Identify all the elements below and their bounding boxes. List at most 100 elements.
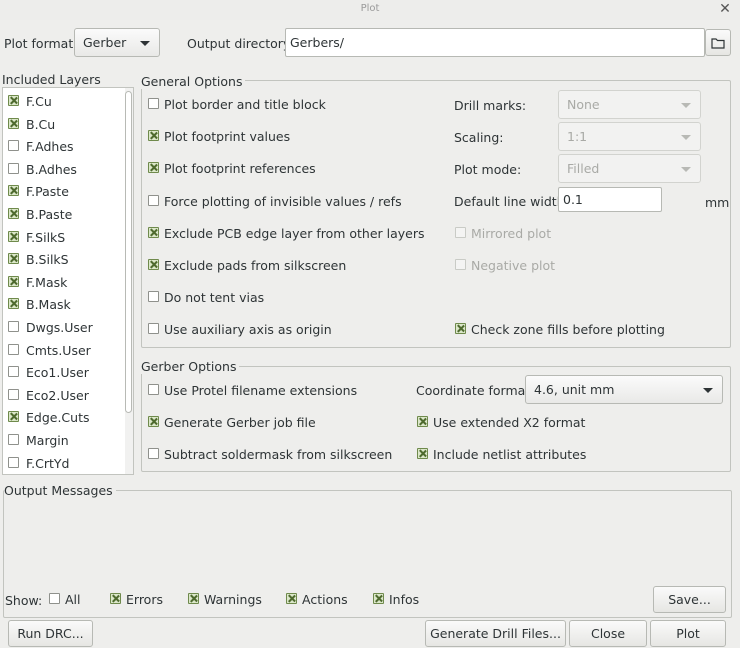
plot-mode-label: Plot mode: (454, 162, 522, 177)
layer-checkbox-b-paste[interactable] (8, 208, 19, 219)
close-button[interactable]: Close (569, 620, 647, 647)
layer-checkbox-f-crtyd[interactable] (8, 457, 19, 468)
general-option-plot-footprint-values-checkbox[interactable] (148, 130, 159, 142)
zone-fills-checkbox[interactable] (455, 323, 466, 334)
layer-label-b-cu: B.Cu (26, 117, 56, 132)
plot-button[interactable]: Plot (650, 620, 726, 647)
filter-all-checkbox[interactable] (49, 593, 60, 604)
plot-format-select[interactable]: Gerber (74, 28, 160, 57)
chevron-down-icon (703, 387, 713, 393)
general-option-exclude-pads-from-silkscreen-checkbox[interactable] (148, 259, 159, 270)
filter-actions-label: Actions (302, 592, 348, 607)
zone-fills-label: Check zone fills before plotting (471, 322, 665, 337)
layer-checkbox-edge-cuts[interactable] (8, 411, 19, 422)
general-option-use-auxiliary-axis-as-origin-label: Use auxiliary axis as origin (164, 322, 332, 338)
plot-format-label: Plot format: (4, 36, 78, 51)
layer-checkbox-f-mask[interactable] (8, 276, 19, 287)
general-option-plot-footprint-references-label: Plot footprint references (164, 161, 316, 177)
general-option-use-auxiliary-axis-as-origin-checkbox[interactable] (148, 323, 159, 335)
generate-drill-files-button[interactable]: Generate Drill Files... (425, 620, 566, 647)
gerber-option-subtract-soldermask-from-silkscreen-checkbox[interactable] (148, 448, 159, 459)
negative-plot-checkbox[interactable] (455, 259, 466, 270)
general-option-do-not-tent-vias-label: Do not tent vias (164, 290, 265, 306)
drill-marks-select[interactable]: None (558, 90, 701, 119)
layer-label-edge-cuts: Edge.Cuts (26, 410, 90, 425)
gerber-option-generate-gerber-job-file-checkbox[interactable] (148, 416, 159, 427)
layer-label-f-crtyd: F.CrtYd (26, 456, 70, 471)
coord-format-label: Coordinate format: (416, 383, 535, 398)
filter-errors-label: Errors (126, 592, 163, 607)
layer-checkbox-eco2-user[interactable] (8, 389, 19, 400)
gerber-option-generate-gerber-job-file-label: Generate Gerber job file (164, 415, 316, 430)
run-drc-button[interactable]: Run DRC... (8, 620, 93, 647)
layer-checkbox-eco1-user[interactable] (8, 366, 19, 377)
scaling-select[interactable]: 1:1 (558, 122, 701, 151)
chevron-down-icon (681, 166, 691, 172)
general-option-exclude-pcb-edge-layer-from-other-layers-checkbox[interactable] (148, 226, 159, 238)
scaling-value: 1:1 (567, 129, 588, 144)
layer-checkbox-f-paste[interactable] (8, 185, 19, 196)
layer-checkbox-margin[interactable] (8, 434, 19, 445)
output-directory-input[interactable]: Gerbers/ (285, 28, 705, 57)
plot-mode-select[interactable]: Filled (558, 154, 701, 183)
general-option-plot-border-and-title-block-label: Plot border and title block (164, 97, 326, 112)
layer-checkbox-f-silks[interactable] (8, 231, 19, 242)
general-option-force-plotting-of-invisible-values-refs-checkbox[interactable] (148, 194, 159, 206)
close-icon[interactable]: ✕ (718, 1, 732, 17)
chevron-down-icon (140, 40, 150, 46)
line-width-unit: mm (705, 195, 730, 210)
general-option-plot-footprint-references-checkbox[interactable] (148, 162, 159, 174)
layer-checkbox-f-adhes[interactable] (8, 140, 19, 151)
layer-checkbox-b-mask[interactable] (8, 298, 19, 309)
general-options-title: General Options (141, 74, 246, 89)
layer-label-f-silks: F.SilkS (26, 230, 66, 245)
chevron-down-icon (681, 134, 691, 140)
layer-checkbox-b-adhes[interactable] (8, 163, 19, 174)
x2-format-label: Use extended X2 format (433, 415, 586, 430)
general-option-force-plotting-of-invisible-values-refs-label: Force plotting of invisible values / ref… (164, 193, 402, 209)
general-option-do-not-tent-vias-checkbox[interactable] (148, 291, 159, 303)
coord-format-value: 4.6, unit mm (534, 382, 615, 397)
filter-warnings-label: Warnings (204, 592, 262, 607)
chevron-down-icon (681, 102, 691, 108)
general-options-frame (141, 80, 731, 348)
netlist-attributes-checkbox[interactable] (417, 448, 428, 459)
general-option-exclude-pcb-edge-layer-from-other-layers-label: Exclude PCB edge layer from other layers (164, 225, 425, 241)
layer-label-dwgs-user: Dwgs.User (26, 320, 93, 335)
layer-checkbox-dwgs-user[interactable] (8, 321, 19, 332)
layer-label-eco2-user: Eco2.User (26, 388, 89, 403)
coord-format-select[interactable]: 4.6, unit mm (525, 375, 723, 404)
layers-scrollbar-thumb[interactable] (125, 91, 132, 413)
output-messages-area (3, 497, 732, 579)
x2-format-checkbox[interactable] (417, 416, 428, 427)
save-button[interactable]: Save... (653, 586, 726, 613)
layer-label-b-mask: B.Mask (26, 297, 71, 312)
layer-label-cmts-user: Cmts.User (26, 343, 91, 358)
gerber-option-subtract-soldermask-from-silkscreen-label: Subtract soldermask from silkscreen (164, 447, 393, 462)
filter-infos-label: Infos (389, 592, 420, 607)
filter-actions-checkbox[interactable] (286, 593, 297, 604)
layer-checkbox-f-cu[interactable] (8, 95, 19, 106)
general-option-plot-border-and-title-block-checkbox[interactable] (148, 98, 159, 109)
filter-errors-checkbox[interactable] (110, 593, 121, 604)
layer-label-f-paste: F.Paste (26, 184, 69, 199)
filter-infos-checkbox[interactable] (373, 593, 384, 604)
drill-marks-value: None (567, 97, 600, 112)
gerber-option-use-protel-filename-extensions-checkbox[interactable] (148, 384, 159, 395)
browse-directory-button[interactable] (705, 29, 731, 56)
line-width-label: Default line width: (454, 194, 569, 209)
layer-checkbox-cmts-user[interactable] (8, 344, 19, 355)
layer-checkbox-b-cu[interactable] (8, 118, 19, 129)
line-width-input[interactable]: 0.1 (558, 187, 662, 212)
plot-format-value: Gerber (83, 35, 127, 50)
layer-label-f-cu: F.Cu (26, 94, 52, 109)
gerber-option-use-protel-filename-extensions-label: Use Protel filename extensions (164, 383, 358, 398)
layer-label-b-paste: B.Paste (26, 207, 73, 222)
mirrored-plot-checkbox[interactable] (455, 227, 466, 238)
plot-mode-value: Filled (567, 161, 600, 176)
layer-checkbox-b-silks[interactable] (8, 253, 19, 264)
gerber-options-title: Gerber Options (141, 359, 240, 374)
layer-label-b-adhes: B.Adhes (26, 162, 77, 177)
layer-label-f-mask: F.Mask (26, 275, 68, 290)
filter-warnings-checkbox[interactable] (188, 593, 199, 604)
